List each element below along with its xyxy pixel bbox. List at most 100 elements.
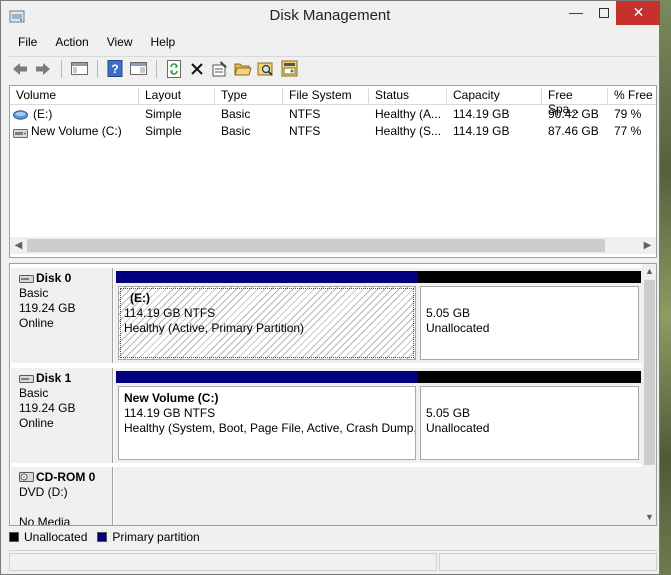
rescan-button[interactable]	[278, 58, 300, 80]
hard-disk-icon	[19, 274, 34, 283]
volume-icon	[13, 109, 28, 123]
column-header-free-space[interactable]: Free Spa...	[542, 88, 608, 116]
disk-name: CD-ROM 0	[36, 470, 96, 484]
disk-0-label[interactable]: Disk 0 Basic 119.24 GB Online	[11, 268, 113, 363]
menu-help[interactable]: Help	[142, 33, 185, 53]
partition-block[interactable]: 5.05 GB Unallocated	[420, 286, 639, 360]
show-hide-icon	[129, 62, 147, 75]
volume-list-header: Volume Layout Type File System Status Ca…	[10, 86, 656, 116]
cell-volume: New Volume (C:)	[31, 124, 122, 138]
partition-c[interactable]: New Volume (C:) 114.19 GB NTFS Healthy (…	[116, 371, 418, 462]
disk-management-window: Disk Management — ✕ File Action View Hel…	[0, 0, 661, 575]
help-button[interactable]: ?	[104, 58, 126, 80]
help-icon: ?	[107, 60, 123, 77]
explore-icon	[257, 62, 273, 76]
delete-icon	[191, 62, 203, 75]
cell-type: Basic	[221, 124, 251, 138]
cdrom-0-label[interactable]: CD-ROM 0 DVD (D:) No Media	[11, 467, 113, 525]
unallocated-space[interactable]: 5.05 GB Unallocated	[418, 371, 641, 462]
disk-type: Basic	[19, 386, 49, 400]
menu-action[interactable]: Action	[46, 33, 97, 53]
partition-status: Healthy (Active, Primary Partition)	[124, 321, 305, 335]
open-icon	[234, 63, 252, 75]
volume-icon	[13, 127, 28, 141]
partition-size-fs: 114.19 GB NTFS	[124, 406, 216, 420]
menu-bar: File Action View Help	[9, 33, 184, 53]
volume-list-pane[interactable]: Volume Layout Type File System Status Ca…	[9, 85, 657, 258]
cell-capacity: 114.19 GB	[453, 124, 510, 138]
desktop-background	[660, 0, 671, 575]
column-header-layout[interactable]: Layout	[139, 88, 215, 105]
refresh-button[interactable]	[163, 58, 185, 80]
horizontal-scrollbar-thumb[interactable]	[27, 239, 605, 252]
legend: Unallocated Primary partition	[9, 527, 657, 547]
horizontal-scrollbar[interactable]: ◀ ▶	[10, 237, 656, 254]
column-header-capacity[interactable]: Capacity	[447, 88, 542, 105]
disk-size: 119.24 GB	[19, 401, 76, 415]
column-header-percent-free[interactable]: % Free	[608, 88, 656, 105]
disk-1-label[interactable]: Disk 1 Basic 119.24 GB Online	[11, 368, 113, 463]
title-bar[interactable]: Disk Management — ✕	[1, 1, 661, 32]
partition-e[interactable]: (E:) 114.19 GB NTFS Healthy (Active, Pri…	[116, 271, 418, 362]
disk-state: Online	[19, 416, 54, 430]
properties-icon	[212, 61, 227, 77]
maximize-button[interactable]	[589, 1, 619, 25]
disk-0-partitions: (E:) 114.19 GB NTFS Healthy (Active, Pri…	[114, 268, 642, 363]
toolbar-separator	[97, 59, 98, 78]
delete-button[interactable]	[186, 58, 208, 80]
console-tree-button[interactable]	[68, 58, 90, 80]
explore-button[interactable]	[255, 58, 277, 80]
console-tree-icon	[70, 62, 88, 75]
toolbar-separator	[61, 59, 62, 78]
properties-button[interactable]	[209, 58, 231, 80]
menu-view[interactable]: View	[98, 33, 142, 53]
forward-button[interactable]	[32, 58, 54, 80]
scroll-down-arrow-icon[interactable]: ▼	[642, 510, 656, 525]
column-header-file-system[interactable]: File System	[283, 88, 369, 105]
cell-free-space: 90.42 GB	[548, 107, 599, 121]
cell-volume: (E:)	[33, 107, 53, 121]
disk-size: 119.24 GB	[19, 301, 76, 315]
hard-disk-icon	[19, 374, 34, 383]
cell-status: Healthy (A...	[375, 107, 442, 121]
partition-block[interactable]: New Volume (C:) 114.19 GB NTFS Healthy (…	[118, 386, 416, 460]
legend-swatch-primary	[97, 532, 108, 542]
partition-bar-unallocated	[418, 271, 641, 283]
scroll-up-arrow-icon[interactable]: ▲	[642, 264, 656, 279]
cdrom-0-partitions	[114, 467, 642, 525]
scroll-left-arrow-icon[interactable]: ◀	[10, 237, 27, 254]
partition-size-fs: 5.05 GB	[426, 306, 471, 320]
vertical-scrollbar[interactable]: ▲ ▼	[642, 264, 656, 525]
menu-file[interactable]: File	[9, 33, 46, 53]
close-button[interactable]: ✕	[616, 1, 661, 25]
toolbar: ?	[9, 56, 657, 80]
back-button[interactable]	[9, 58, 31, 80]
unallocated-space[interactable]: 5.05 GB Unallocated	[418, 271, 641, 362]
svg-text:?: ?	[111, 62, 118, 76]
open-button[interactable]	[232, 58, 254, 80]
column-header-volume[interactable]: Volume	[10, 88, 139, 105]
vertical-scrollbar-thumb[interactable]	[644, 280, 655, 465]
minimize-button[interactable]: —	[561, 1, 591, 25]
partition-bar-primary	[116, 271, 418, 283]
partition-block[interactable]: 5.05 GB Unallocated	[420, 386, 639, 460]
disk-layout-pane[interactable]: Disk 0 Basic 119.24 GB Online (E:) 114.1…	[9, 263, 657, 526]
table-row[interactable]: (E:) Simple Basic NTFS Healthy (A... 114…	[10, 106, 656, 123]
refresh-icon	[167, 59, 181, 78]
column-header-type[interactable]: Type	[215, 88, 283, 105]
partition-block[interactable]: (E:) 114.19 GB NTFS Healthy (Active, Pri…	[118, 286, 416, 360]
cell-percent-free: 77 %	[614, 124, 642, 138]
scroll-right-arrow-icon[interactable]: ▶	[639, 237, 656, 254]
status-pane	[439, 553, 657, 571]
toolbar-separator	[156, 59, 157, 78]
disk-1-name-row: Disk 1	[19, 371, 112, 386]
partition-status: Healthy (System, Boot, Page File, Active…	[124, 421, 415, 435]
cell-file-system: NTFS	[289, 124, 321, 138]
table-row[interactable]: New Volume (C:) Simple Basic NTFS Health…	[10, 123, 656, 140]
cd-rom-icon	[19, 472, 34, 482]
cell-file-system: NTFS	[289, 107, 321, 121]
disk-0-name-row: Disk 0	[19, 271, 112, 286]
column-header-status[interactable]: Status	[369, 88, 447, 105]
legend-label-unallocated: Unallocated	[24, 530, 88, 544]
show-hide-button[interactable]	[127, 58, 149, 80]
